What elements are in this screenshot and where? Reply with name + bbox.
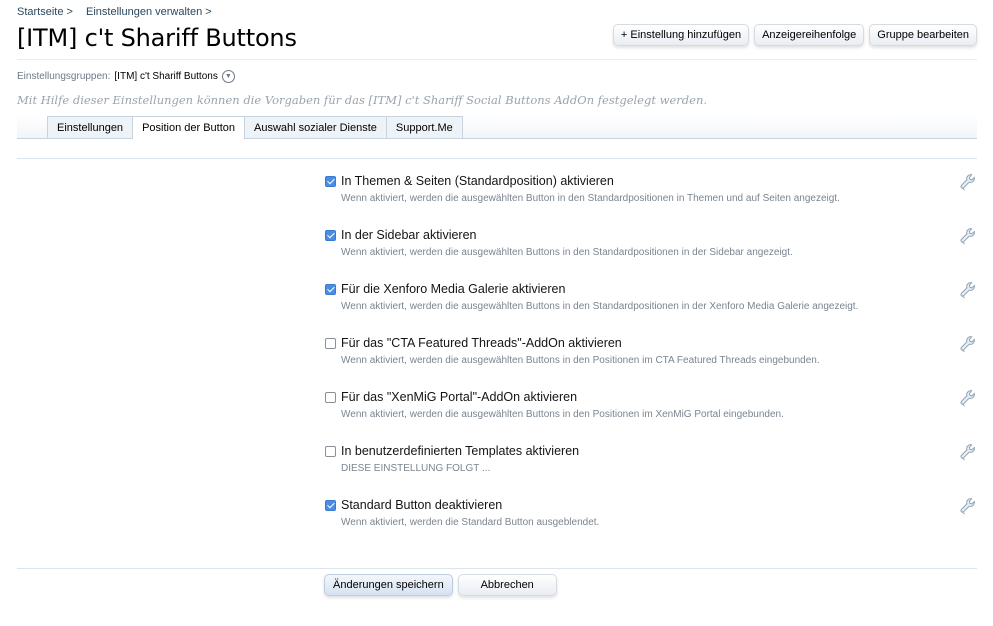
page-description: Mit Hilfe dieser Einstellungen können di… [17, 93, 708, 107]
tabs: Einstellungen Position der Button Auswahl … [47, 116, 463, 139]
groups-label: Einstellungsgruppen: [17, 71, 111, 82]
wrench-icon[interactable] [959, 443, 977, 461]
chevron-down-icon[interactable]: ▼ [221, 70, 235, 83]
option-label[interactable]: Für das "CTA Featured Threads"-AddOn akt… [341, 336, 622, 350]
option-label[interactable]: In benutzerdefinierten Templates aktivie… [341, 444, 579, 458]
wrench-icon[interactable] [959, 173, 977, 191]
option-row: Für das "CTA Featured Threads"-AddOn akt… [0, 332, 993, 386]
header-divider [17, 59, 977, 60]
footer-divider [17, 568, 977, 569]
option-label[interactable]: Standard Button deaktivieren [341, 498, 502, 512]
option-label[interactable]: In Themen & Seiten (Standardposition) ak… [341, 174, 614, 188]
option-hint: Wenn aktiviert, werden die Standard Butt… [341, 517, 600, 528]
option-hint: DIESE EINSTELLUNG FOLGT ... [341, 463, 491, 474]
settings-groups: Einstellungsgruppen: [ITM] c't Shariff B… [17, 70, 235, 83]
option-checkbox[interactable] [325, 500, 336, 511]
tab-position-der-button[interactable]: Position der Button [132, 116, 246, 139]
wrench-icon[interactable] [959, 335, 977, 353]
option-hint: Wenn aktiviert, werden die ausgewählten … [341, 193, 840, 204]
breadcrumb: Startseite > Einstellungen verwalten > [17, 6, 222, 18]
option-hint: Wenn aktiviert, werden die ausgewählten … [341, 409, 784, 420]
top-toolbar: + Einstellung hinzufügen Anzeigereihenfo… [612, 24, 977, 46]
option-checkbox[interactable] [325, 338, 336, 349]
option-hint: Wenn aktiviert, werden die ausgewählten … [341, 301, 859, 312]
option-checkbox[interactable] [325, 176, 336, 187]
option-row: Für die Xenforo Media Galerie aktivieren… [0, 278, 993, 332]
wrench-icon[interactable] [959, 227, 977, 245]
form-actions: Änderungen speichern Abbrechen [324, 574, 557, 596]
tab-auswahl-sozialer-dienste[interactable]: Auswahl sozialer Dienste [244, 116, 387, 138]
groups-value[interactable]: [ITM] c't Shariff Buttons [114, 71, 217, 82]
edit-group-button[interactable]: Gruppe bearbeiten [869, 24, 977, 46]
section-divider [17, 158, 977, 159]
option-row: In benutzerdefinierten Templates aktivie… [0, 440, 993, 494]
save-button[interactable]: Änderungen speichern [324, 574, 453, 596]
option-hint: Wenn aktiviert, werden die ausgewählten … [341, 247, 793, 258]
option-checkbox[interactable] [325, 392, 336, 403]
option-row: In der Sidebar aktivieren Wenn aktiviert,… [0, 224, 993, 278]
option-label[interactable]: Für das "XenMiG Portal"-AddOn aktivieren [341, 390, 577, 404]
cancel-button[interactable]: Abbrechen [457, 574, 557, 596]
option-label[interactable]: In der Sidebar aktivieren [341, 228, 477, 242]
option-row: Standard Button deaktivieren Wenn aktivie… [0, 494, 993, 548]
option-hint: Wenn aktiviert, werden die ausgewählten … [341, 355, 820, 366]
page-title: [ITM] c't Shariff Buttons [17, 24, 297, 52]
option-row: In Themen & Seiten (Standardposition) ak… [0, 170, 993, 224]
option-checkbox[interactable] [325, 446, 336, 457]
option-checkbox[interactable] [325, 284, 336, 295]
options-list: In Themen & Seiten (Standardposition) ak… [0, 170, 993, 548]
add-setting-button[interactable]: + Einstellung hinzufügen [612, 24, 750, 46]
tab-bar: Einstellungen Position der Button Auswahl … [17, 115, 977, 139]
wrench-icon[interactable] [959, 389, 977, 407]
breadcrumb-home[interactable]: Startseite > [17, 6, 73, 18]
display-order-button[interactable]: Anzeigereihenfolge [754, 24, 865, 46]
tab-einstellungen[interactable]: Einstellungen [47, 116, 134, 138]
tab-support-me[interactable]: Support.Me [385, 116, 463, 138]
option-row: Für das "XenMiG Portal"-AddOn aktivieren… [0, 386, 993, 440]
breadcrumb-settings[interactable]: Einstellungen verwalten > [86, 6, 212, 18]
option-label[interactable]: Für die Xenforo Media Galerie aktivieren [341, 282, 565, 296]
wrench-icon[interactable] [959, 281, 977, 299]
wrench-icon[interactable] [959, 497, 977, 515]
option-checkbox[interactable] [325, 230, 336, 241]
